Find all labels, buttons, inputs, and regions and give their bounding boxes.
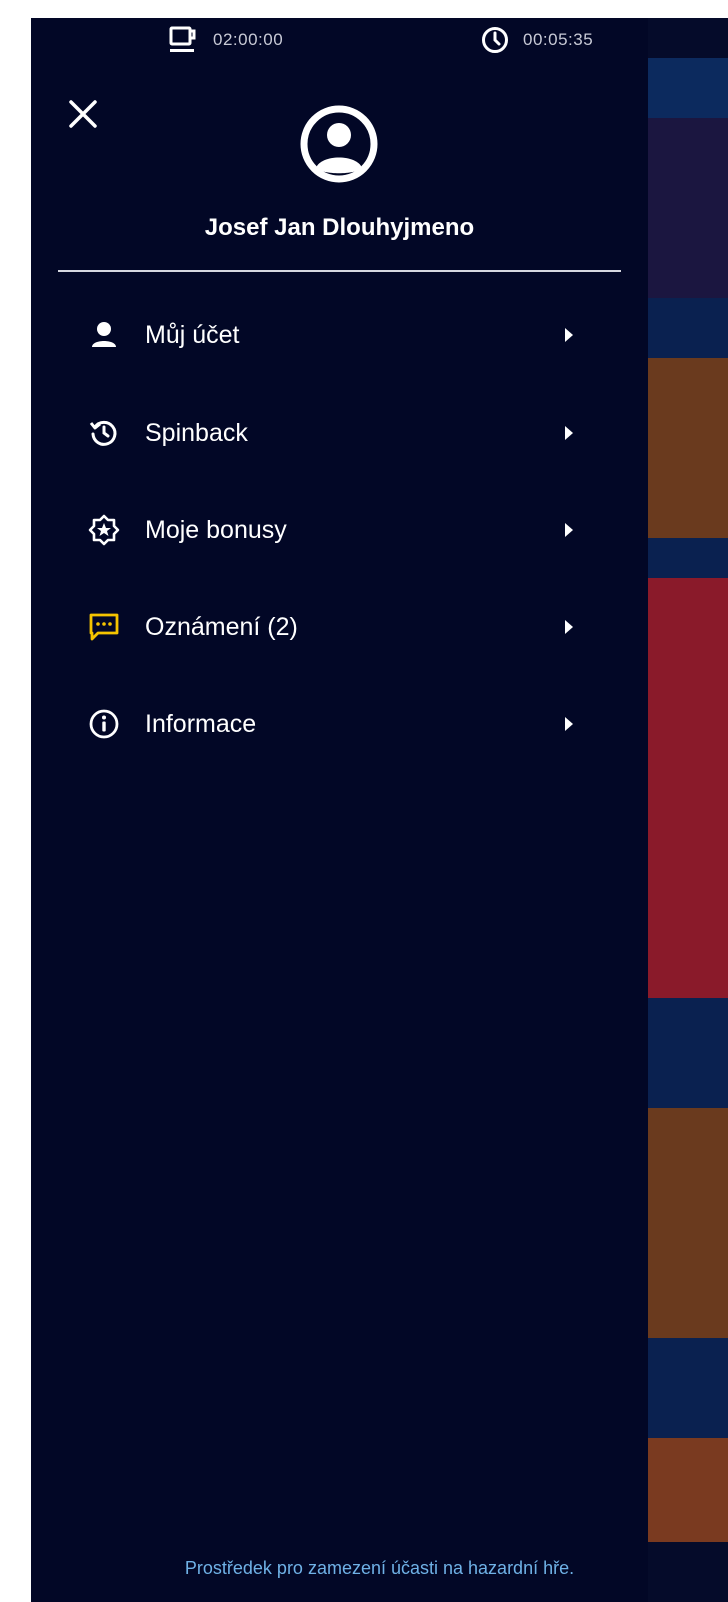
header-divider (58, 270, 621, 272)
caret-right-icon (562, 715, 576, 733)
menu-item-information[interactable]: Informace (31, 689, 648, 759)
caret-right-icon (562, 618, 576, 636)
caret-right-icon (562, 424, 576, 442)
menu-item-label: Moje bonusy (145, 515, 287, 544)
side-drawer: 02:00:00 00:05:35 Josef Jan Dlouhyjmeno (31, 18, 648, 1602)
menu-item-my-bonuses[interactable]: Moje bonusy (31, 495, 648, 565)
background-game-tile (648, 1438, 728, 1542)
person-icon (86, 317, 122, 353)
background-app (648, 58, 728, 1542)
background-banner (648, 118, 728, 298)
close-button[interactable] (65, 96, 101, 132)
session-timer-value: 00:05:35 (523, 30, 594, 49)
background-game-tile (648, 578, 728, 998)
coffee-cup-icon (169, 26, 196, 52)
menu-item-label: Můj účet (145, 320, 240, 349)
break-timer: 02:00:00 (169, 26, 283, 54)
menu-item-my-account[interactable]: Můj účet (31, 300, 648, 370)
star-badge-icon (86, 512, 122, 548)
close-icon (69, 100, 97, 128)
menu-item-notifications[interactable]: Oznámení (2) (31, 592, 648, 662)
background-game-tile (648, 358, 728, 538)
message-icon (86, 609, 122, 645)
user-circle-icon (300, 105, 378, 183)
app-screen: 02:00:00 00:05:35 Josef Jan Dlouhyjmeno (31, 18, 728, 1602)
background-header (648, 58, 728, 118)
caret-right-icon (562, 521, 576, 539)
background-game-tile (648, 1108, 728, 1338)
menu-item-spinback[interactable]: Spinback (31, 398, 648, 468)
menu-item-label: Spinback (145, 418, 248, 447)
user-avatar[interactable] (299, 104, 379, 184)
menu-item-label: Oznámení (2) (145, 612, 298, 641)
info-icon (86, 706, 122, 742)
caret-right-icon (562, 326, 576, 344)
clock-icon (482, 27, 508, 53)
user-name: Josef Jan Dlouhyjmeno (204, 214, 475, 241)
self-exclusion-link[interactable]: Prostředek pro zamezení účasti na hazard… (31, 1558, 728, 1579)
history-icon (86, 415, 122, 451)
menu-item-label: Informace (145, 709, 257, 738)
break-timer-value: 02:00:00 (213, 30, 284, 49)
session-timer: 00:05:35 (481, 26, 593, 54)
